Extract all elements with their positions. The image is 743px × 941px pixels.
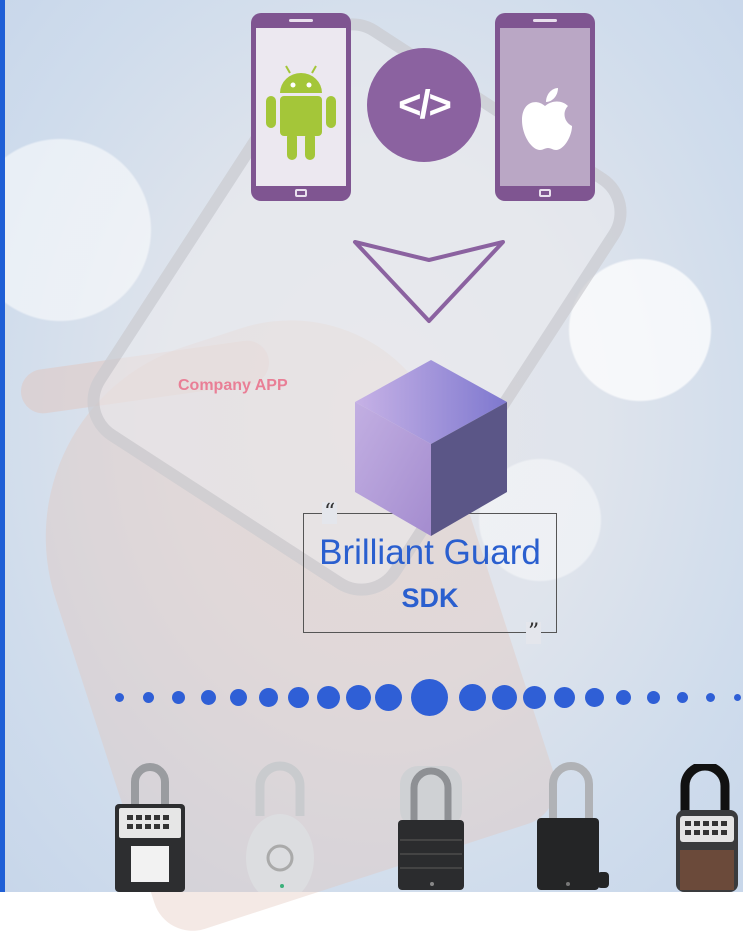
divider-dot — [706, 693, 715, 702]
divider-dot — [143, 692, 154, 703]
code-icon: </> — [367, 48, 481, 162]
divider-dot-large — [411, 679, 448, 716]
product-title: Brilliant Guard — [319, 533, 541, 572]
black-padlock — [537, 762, 609, 890]
divider-dot — [230, 689, 247, 706]
divider-dot — [647, 691, 660, 704]
divider-dot — [734, 694, 741, 701]
open-quote-mark: “ — [322, 500, 338, 525]
product-subtitle: SDK — [401, 583, 459, 613]
android-icon — [266, 65, 336, 160]
divider-dot — [201, 690, 216, 705]
left-accent-bar — [0, 0, 5, 892]
divider-dot — [492, 685, 517, 710]
ios-phone — [495, 13, 595, 201]
divider-dot — [585, 688, 604, 707]
divider-dot — [523, 686, 546, 709]
divider-dot — [616, 690, 631, 705]
divider-dot — [375, 684, 402, 711]
divider-dot — [554, 687, 575, 708]
divider-dot — [259, 688, 278, 707]
close-quote-mark: ” — [526, 620, 542, 645]
company-app-label: Company APP — [178, 377, 288, 394]
divider-dot — [172, 691, 185, 704]
android-phone — [251, 13, 351, 201]
cube-icon — [355, 360, 507, 536]
down-arrow-icon — [353, 240, 505, 323]
apple-icon — [522, 88, 572, 150]
divider-dot — [317, 686, 340, 709]
divider-dot — [115, 693, 124, 702]
divider-dot — [288, 687, 309, 708]
shrouded-padlock — [398, 766, 464, 890]
divider-dot — [459, 684, 486, 711]
divider-dot — [346, 685, 371, 710]
keypad-padlock — [676, 764, 738, 892]
lockbox-keypad-lock — [115, 763, 185, 892]
round-silver-padlock — [246, 761, 314, 892]
divider-dot — [677, 692, 688, 703]
